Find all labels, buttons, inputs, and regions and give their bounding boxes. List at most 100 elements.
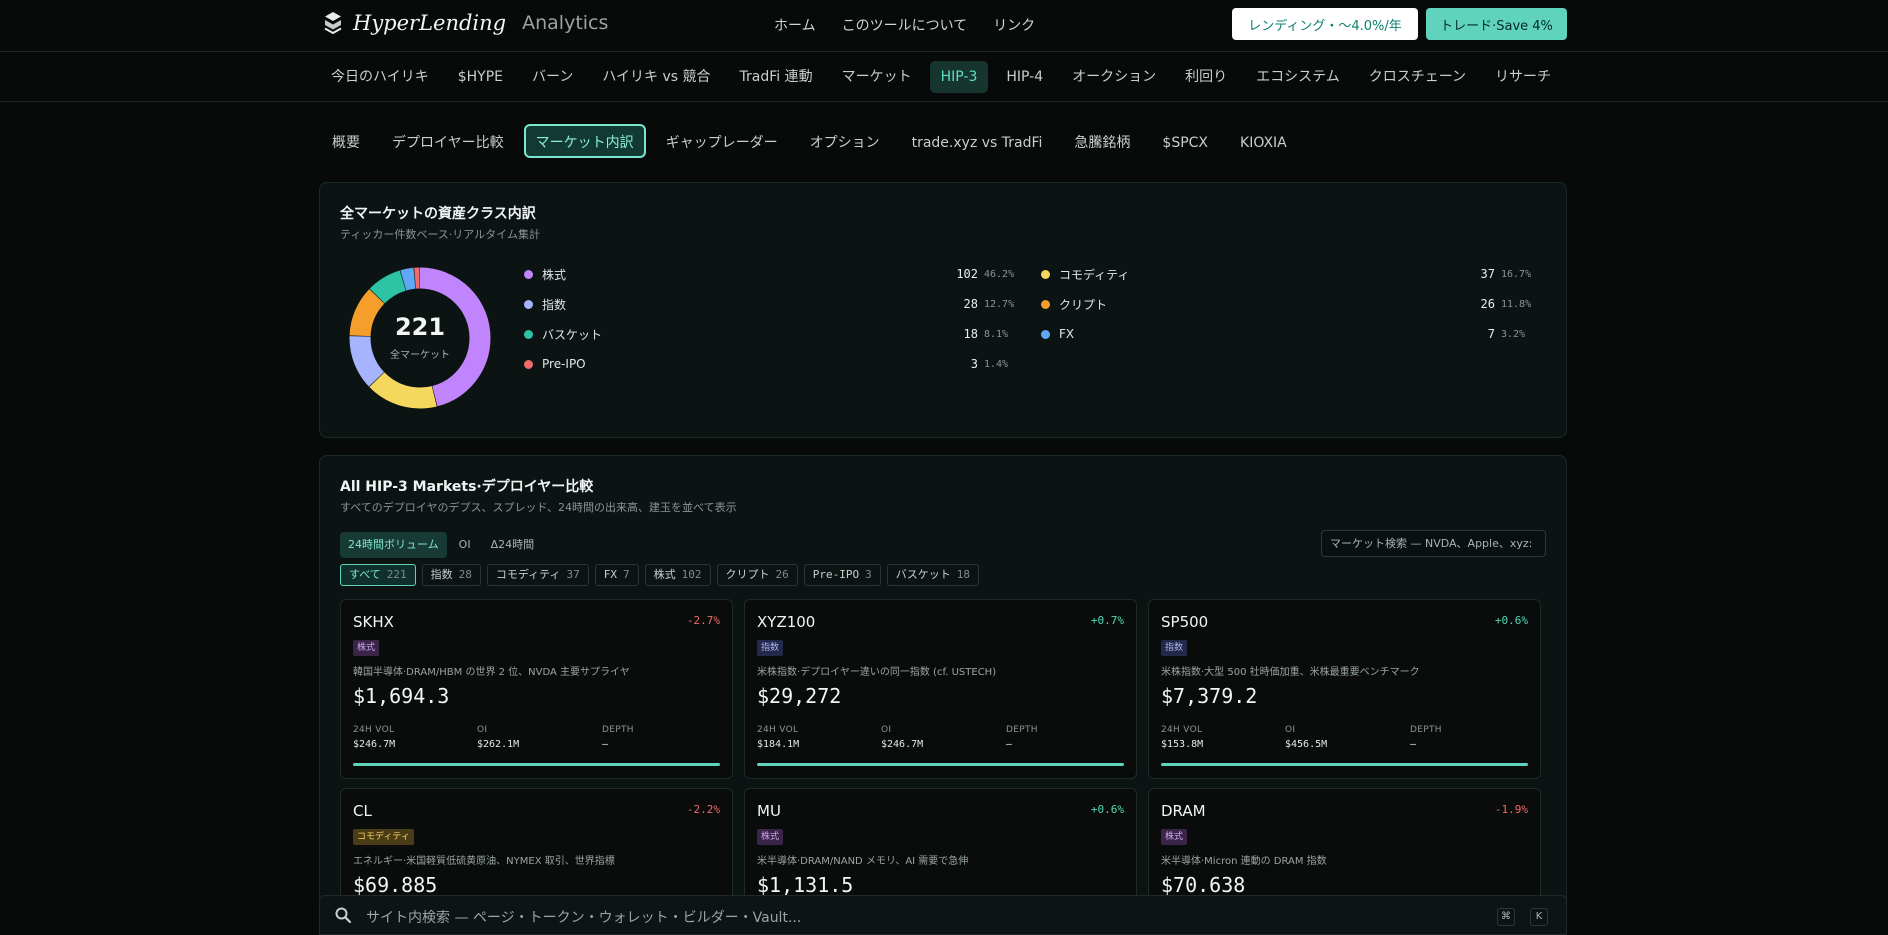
card-ticker: CL bbox=[353, 802, 372, 820]
total-markets: 221 bbox=[394, 313, 446, 341]
nav-about[interactable]: このツールについて bbox=[842, 15, 968, 35]
stat-label: OI bbox=[1285, 725, 1296, 735]
legend-percent: 8.1% bbox=[984, 328, 1009, 340]
card-ticker: SKHX bbox=[353, 613, 394, 631]
sub-nav-item[interactable]: デプロイヤー比較 bbox=[380, 124, 516, 158]
asset-class-badge: コモディティ bbox=[353, 829, 414, 845]
sub-nav-item[interactable]: $SPCX bbox=[1150, 124, 1220, 158]
panel-title: All HIP-3 Markets·デプロイヤー比較 bbox=[340, 479, 594, 495]
card-description: 米株指数·大型 500 社時価加重、米株最重要ベンチマーク bbox=[1161, 667, 1420, 678]
sub-nav-item[interactable]: 急騰銘柄 bbox=[1062, 124, 1142, 158]
card-change: -1.9% bbox=[1494, 803, 1528, 816]
sub-nav-item[interactable]: マーケット内訳 bbox=[523, 124, 646, 158]
nav-links[interactable]: リンク bbox=[993, 15, 1035, 35]
sub-nav-item[interactable]: KIOXIA bbox=[1228, 124, 1299, 158]
filter-chip[interactable]: FX 7 bbox=[594, 564, 639, 586]
stat-value: $246.7M bbox=[881, 739, 924, 750]
card-stat-oi: OI $456.5M bbox=[1285, 725, 1327, 750]
filter-chip[interactable]: クリプト 26 bbox=[716, 564, 798, 586]
legend-label: クリプト bbox=[1059, 297, 1108, 312]
filter-chip[interactable]: コモディティ 37 bbox=[486, 564, 589, 586]
legend-item[interactable]: クリプト 26 11.8% bbox=[1041, 295, 1543, 313]
filter-chip-label: Pre-IPO bbox=[812, 568, 860, 581]
filter-chip-count: 102 bbox=[681, 568, 702, 581]
card-stat-depth: DEPTH — bbox=[1410, 725, 1442, 750]
logo-icon bbox=[324, 12, 342, 35]
metric-tab[interactable]: Δ24時間 bbox=[483, 532, 543, 558]
market-card[interactable]: SKHX -2.7% 株式 韓国半導体·DRAM/HBM の世界 2 位、NVDA 主… bbox=[340, 599, 733, 779]
legend-item[interactable]: 指数 28 12.7% bbox=[524, 295, 1026, 313]
stat-value: $184.1M bbox=[757, 739, 800, 750]
filter-chip[interactable]: すべて 221 bbox=[340, 564, 416, 586]
main-nav-item[interactable]: バーン bbox=[521, 61, 584, 93]
main-nav-item[interactable]: HIP-3 bbox=[929, 61, 989, 93]
main-nav-item[interactable]: エコシステム bbox=[1245, 61, 1351, 93]
main-nav-item[interactable]: HIP-4 bbox=[995, 61, 1054, 93]
card-price: $70.638 bbox=[1161, 873, 1246, 897]
filter-chip-count: 26 bbox=[775, 568, 789, 581]
trade-button[interactable]: トレード·Save 4% bbox=[1426, 8, 1567, 40]
legend-label: 株式 bbox=[542, 267, 567, 282]
legend-item[interactable]: コモディティ 37 16.7% bbox=[1041, 265, 1543, 283]
card-change: +0.6% bbox=[1090, 803, 1124, 816]
legend-count: 3 bbox=[970, 357, 978, 371]
filter-chip-count: 3 bbox=[865, 568, 872, 581]
market-card[interactable]: XYZ100 +0.7% 指数 米株指数·デプロイヤー違いの同一指数 (cf. UST… bbox=[744, 599, 1137, 779]
total-markets-label: 全マーケット bbox=[390, 350, 450, 361]
legend-dot bbox=[524, 299, 533, 309]
nav-home[interactable]: ホーム bbox=[774, 15, 816, 35]
stat-value: — bbox=[602, 739, 609, 750]
main-nav-item[interactable]: 利回り bbox=[1174, 61, 1238, 93]
main-nav-item[interactable]: 今日のハイリキ bbox=[320, 61, 440, 93]
lending-button[interactable]: レンディング・〜4.0%/年 bbox=[1232, 8, 1418, 40]
asset-class-breakdown-panel: 全マーケットの資産クラス内訳 ティッカー件数ベース·リアルタイム集計 221 全… bbox=[319, 182, 1567, 438]
market-card[interactable]: SP500 +0.6% 指数 米株指数·大型 500 社時価加重、米株最重要ベンチマー… bbox=[1148, 599, 1541, 779]
legend-item[interactable]: 株式 102 46.2% bbox=[524, 265, 1026, 283]
top-bar: HyperLending Analytics ホーム このツールについて リンク… bbox=[0, 0, 1888, 52]
filter-chips: すべて 221 指数 28 コモディティ 37 FX 7 株式 102 クリプト 26 Pre-IPO 3… bbox=[340, 564, 979, 586]
main-nav-item[interactable]: クロスチェーン bbox=[1358, 61, 1477, 93]
brand[interactable]: HyperLending Analytics bbox=[323, 11, 608, 35]
filter-chip-label: 株式 bbox=[653, 568, 676, 581]
card-stat-vol: 24H VOL $184.1M bbox=[757, 725, 799, 750]
asset-class-badge: 指数 bbox=[757, 640, 784, 656]
legend-count: 26 bbox=[1480, 297, 1495, 311]
stat-value: $246.7M bbox=[353, 739, 396, 750]
card-description: 米半導体·Micron 連動の DRAM 指数 bbox=[1161, 856, 1327, 867]
market-search-input[interactable]: マーケット検索 — NVDA、Apple、xyz: bbox=[1321, 530, 1546, 557]
legend-dot bbox=[524, 359, 533, 369]
card-price: $29,272 bbox=[757, 684, 842, 708]
main-nav-item[interactable]: マーケット bbox=[831, 61, 923, 93]
main-nav-item[interactable]: ハイリキ vs 競合 bbox=[591, 61, 721, 93]
sub-nav-item[interactable]: trade.xyz vs TradFi bbox=[900, 124, 1055, 158]
legend-item[interactable]: バスケット 18 8.1% bbox=[524, 325, 1026, 343]
card-description: 米半導体·DRAM/NAND メモリ、AI 需要で急伸 bbox=[757, 856, 969, 867]
brand-subtitle: Analytics bbox=[522, 12, 609, 34]
legend-dot bbox=[1041, 329, 1050, 339]
legend-item[interactable]: Pre-IPO 3 1.4% bbox=[524, 355, 1026, 373]
main-nav-item[interactable]: リサーチ bbox=[1484, 61, 1562, 93]
legend-dot bbox=[524, 269, 533, 279]
filter-chip-count: 221 bbox=[386, 568, 407, 581]
filter-chip[interactable]: Pre-IPO 3 bbox=[803, 564, 881, 586]
main-nav-item[interactable]: TradFi 連動 bbox=[729, 61, 824, 93]
filter-chip[interactable]: 株式 102 bbox=[644, 564, 711, 586]
card-price: $1,694.3 bbox=[353, 684, 450, 708]
filter-chip[interactable]: バスケット 18 bbox=[886, 564, 979, 586]
main-nav-item[interactable]: オークション bbox=[1061, 61, 1167, 93]
card-description: エネルギー·米国軽質低硫黄原油、NYMEX 取引、世界指標 bbox=[353, 856, 615, 867]
card-change: +0.7% bbox=[1090, 614, 1124, 627]
sub-nav-item[interactable]: 概要 bbox=[320, 124, 372, 158]
main-nav-item[interactable]: $HYPE bbox=[447, 61, 514, 93]
stat-label: 24H VOL bbox=[1161, 725, 1203, 735]
metric-tab[interactable]: OI bbox=[451, 532, 479, 558]
stat-value: — bbox=[1006, 739, 1013, 750]
filter-chip[interactable]: 指数 28 bbox=[421, 564, 481, 586]
card-stat-vol: 24H VOL $153.8M bbox=[1161, 725, 1203, 750]
sub-nav-item[interactable]: オプション bbox=[798, 124, 892, 158]
site-search-bar[interactable]: サイト内検索 — ページ・トークン・ウォレット・ビルダー・Vault... ⌘ … bbox=[319, 895, 1567, 935]
metric-tab[interactable]: 24時間ボリューム bbox=[340, 532, 447, 558]
card-price: $1,131.5 bbox=[757, 873, 854, 897]
sub-nav-item[interactable]: ギャップレーダー bbox=[654, 124, 790, 158]
legend-item[interactable]: FX 7 3.2% bbox=[1041, 325, 1543, 343]
